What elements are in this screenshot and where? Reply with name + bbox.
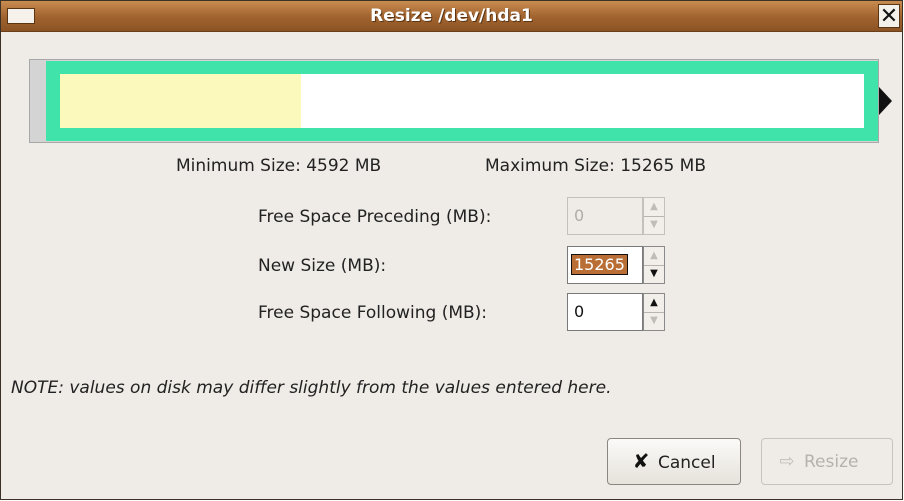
resize-handle-arrow-icon[interactable] [879,87,892,115]
cancel-x-icon: ✘ [632,449,650,473]
new-size-spinner: 15265 ▲ ▼ [567,246,667,284]
titlebar[interactable]: Resize /dev/hda1 ✕ [1,1,902,32]
free-space-following-spinner: 0 ▲ ▼ [567,293,667,331]
dialog-title: Resize /dev/hda1 [370,6,533,26]
new-size-label: New Size (MB): [258,256,387,276]
free-space-preceding-input[interactable]: 0 [567,197,643,235]
spin-down-icon[interactable]: ▼ [644,312,664,330]
spin-down-icon[interactable]: ▼ [644,265,664,283]
note-text: NOTE: values on disk may differ slightly… [11,378,612,398]
free-space-following-input[interactable]: 0 [567,293,643,331]
spin-up-icon[interactable]: ▲ [644,247,664,266]
minimum-size-label: Minimum Size: 4592 MB [176,156,382,176]
free-space-following-label: Free Space Following (MB): [258,303,488,323]
spin-up-icon[interactable]: ▲ [644,198,664,217]
new-size-value: 15265 [571,254,628,275]
free-space-preceding-spinner: 0 ▲ ▼ [567,197,667,235]
resize-button-label: Resize [804,452,859,472]
new-size-stepper[interactable]: ▲ ▼ [643,246,665,284]
partition-used-area [60,74,301,128]
free-space-preceding-stepper[interactable]: ▲ ▼ [643,197,665,235]
resize-button[interactable]: ⇨ Resize [761,438,893,485]
spin-up-icon[interactable]: ▲ [644,294,664,313]
resize-arrow-icon: ⇨ [779,451,795,472]
free-space-following-stepper[interactable]: ▲ ▼ [643,293,665,331]
new-size-input[interactable]: 15265 [567,246,643,284]
spin-down-icon[interactable]: ▼ [644,216,664,234]
resize-dialog: Resize /dev/hda1 ✕ Minimum Size: 4592 MB… [0,0,903,500]
cancel-button[interactable]: ✘ Cancel [607,438,741,485]
free-space-preceding-label: Free Space Preceding (MB): [258,207,492,227]
cancel-button-label: Cancel [658,453,716,473]
maximum-size-label: Maximum Size: 15265 MB [485,156,707,176]
close-icon[interactable]: ✕ [878,4,900,29]
